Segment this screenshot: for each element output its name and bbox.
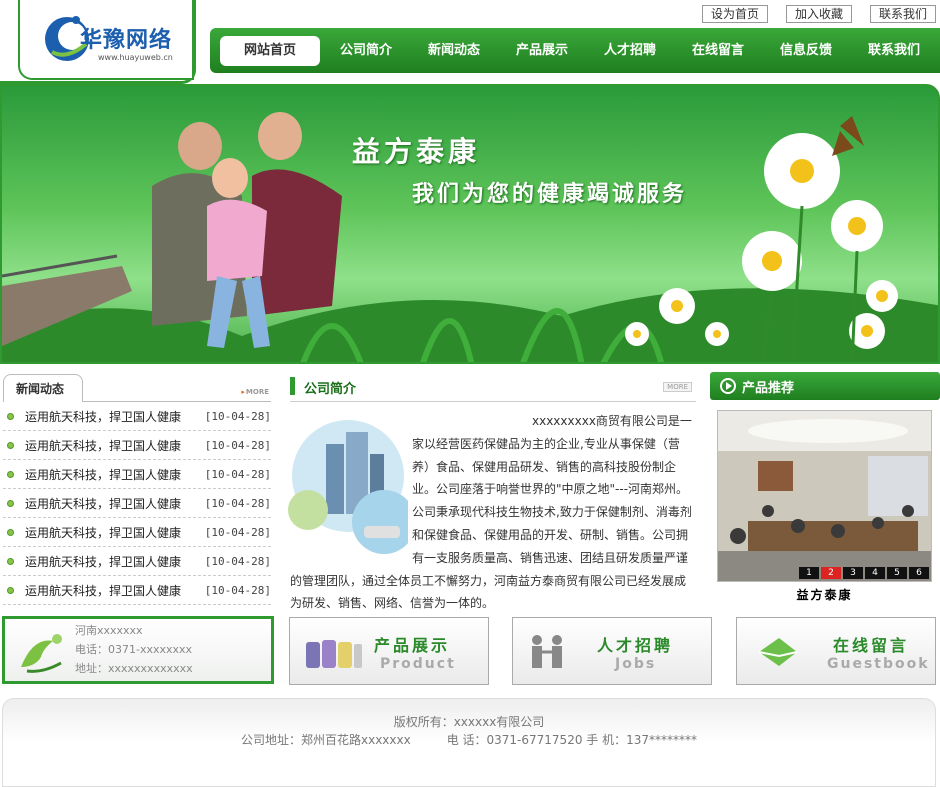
news-panel: 新闻动态 MORE 运用航天科技，捍卫国人健康[10-04-28] 运用航天科技… bbox=[3, 374, 271, 605]
jobs-feature-button[interactable]: 人才招聘 Jobs bbox=[512, 617, 712, 685]
news-item[interactable]: 运用航天科技，捍卫国人健康 [10-04-28] bbox=[3, 431, 271, 460]
contact-box: 河南xxxxxxx 电话：0371-xxxxxxxx 地址：xxxxxxxxxx… bbox=[2, 616, 274, 684]
news-item[interactable]: 运用航天科技，捍卫国人健康 [10-04-28] bbox=[3, 489, 271, 518]
nav-feedback[interactable]: 信息反馈 bbox=[762, 36, 850, 66]
footer-contact-line: 公司地址：郑州百花路xxxxxxx 电 话：0371-67717520 手 机：1… bbox=[3, 731, 935, 749]
contact-us-link[interactable]: 联系我们 bbox=[869, 5, 936, 23]
nav-products[interactable]: 产品展示 bbox=[498, 36, 586, 66]
recommend-title: 产品推荐 bbox=[742, 381, 795, 396]
news-item-title[interactable]: 运用航天科技，捍卫国人健康 bbox=[25, 553, 205, 570]
product-feature-subtitle: Product bbox=[380, 656, 456, 672]
banner-illustration bbox=[2, 112, 938, 362]
footer: 版权所有：xxxxxx有限公司 公司地址：郑州百花路xxxxxxx 电 话：037… bbox=[2, 698, 936, 787]
guestbook-feature-button[interactable]: 在线留言 Guestbook bbox=[736, 617, 936, 685]
nav-contact[interactable]: 联系我们 bbox=[850, 36, 938, 66]
news-item-title[interactable]: 运用航天科技，捍卫国人健康 bbox=[25, 437, 205, 454]
footer-address: 公司地址：郑州百花路xxxxxxx bbox=[240, 733, 411, 747]
news-item-date: [10-04-28] bbox=[204, 583, 271, 597]
guestbook-feature-title: 在线留言 bbox=[833, 636, 910, 655]
news-item[interactable]: 运用航天科技，捍卫国人健康 [10-04-28] bbox=[3, 547, 271, 576]
about-panel: 公司简介 MORE xxxxxxxxx商贸有限公司是一家以经营医药保健品为主的企… bbox=[288, 374, 696, 615]
bullet-icon bbox=[7, 499, 14, 507]
guestbook-feature-subtitle: Guestbook bbox=[827, 656, 930, 672]
pager-5[interactable]: 5 bbox=[887, 567, 907, 579]
pager-3[interactable]: 3 bbox=[843, 567, 863, 579]
jobs-feature-subtitle: Jobs bbox=[615, 656, 657, 672]
recommend-header: 产品推荐 bbox=[710, 372, 940, 400]
news-tab[interactable]: 新闻动态 bbox=[3, 374, 83, 402]
hero-banner: 益方泰康 我们为您的健康竭诚服务 bbox=[0, 84, 940, 364]
bullet-icon bbox=[7, 412, 14, 420]
nav-about[interactable]: 公司简介 bbox=[322, 36, 410, 66]
bullet-icon bbox=[7, 557, 14, 565]
footer-phone: 电 话：0371-67717520 手 机：137******** bbox=[446, 733, 697, 747]
news-item-title[interactable]: 运用航天科技，捍卫国人健康 bbox=[25, 466, 205, 483]
bullet-icon bbox=[7, 528, 14, 536]
news-item-title[interactable]: 运用航天科技，捍卫国人健康 bbox=[25, 524, 205, 541]
pager-6[interactable]: 6 bbox=[909, 567, 929, 579]
news-list: 运用航天科技，捍卫国人健康 [10-04-28] 运用航天科技，捍卫国人健康 [10… bbox=[3, 402, 271, 605]
pager-1[interactable]: 1 bbox=[799, 567, 819, 579]
contact-phone: 电话：0371-xxxxxxxx bbox=[75, 643, 193, 656]
people-icon bbox=[532, 635, 562, 668]
news-more-link[interactable]: MORE bbox=[241, 388, 269, 396]
pager-4[interactable]: 4 bbox=[865, 567, 885, 579]
product-feature-button[interactable]: 产品展示 Product bbox=[289, 617, 489, 685]
classroom-photo bbox=[718, 411, 931, 581]
logo-url: www.huayuweb.cn bbox=[98, 53, 173, 62]
main-nav: 网站首页 公司简介 新闻动态 产品展示 人才招聘 在线留言 信息反馈 联系我们 bbox=[210, 28, 940, 73]
nav-home[interactable]: 网站首页 bbox=[220, 35, 320, 66]
about-header: 公司简介 MORE bbox=[290, 374, 696, 402]
banner-title: 益方泰康 bbox=[352, 135, 481, 168]
news-item[interactable]: 运用航天科技，捍卫国人健康 [10-04-28] bbox=[3, 518, 271, 547]
news-item-title[interactable]: 运用航天科技，捍卫国人健康 bbox=[25, 582, 205, 599]
logo[interactable]: 华豫网络 www.huayuweb.cn bbox=[18, 0, 194, 80]
pager-2[interactable]: 2 bbox=[821, 567, 841, 579]
logo-text: 华豫网络 bbox=[80, 28, 173, 53]
play-icon bbox=[720, 378, 736, 394]
about-body: xxxxxxxxx商贸有限公司是一家以经营医药保健品为主的企业,专业从事保健（营… bbox=[288, 410, 696, 615]
bullet-icon bbox=[7, 586, 14, 594]
top-links: 设为首页 加入收藏 联系我们 bbox=[701, 5, 936, 23]
contact-info: 河南xxxxxxx 电话：0371-xxxxxxxx 地址：xxxxxxxxxx… bbox=[75, 621, 193, 678]
news-item-date: [10-04-28] bbox=[204, 467, 271, 481]
contact-region: 河南xxxxxxx bbox=[75, 624, 143, 637]
news-item-date: [10-04-28] bbox=[204, 554, 271, 568]
footer-copyright: 版权所有：xxxxxx有限公司 bbox=[393, 715, 545, 729]
news-item-title[interactable]: 运用航天科技，捍卫国人健康 bbox=[25, 408, 205, 425]
news-header: 新闻动态 MORE bbox=[3, 374, 271, 402]
news-item-title[interactable]: 运用航天科技，捍卫国人健康 bbox=[25, 495, 205, 512]
news-item-date: [10-04-28] bbox=[204, 438, 271, 452]
phone-icon bbox=[21, 634, 62, 673]
section-bar bbox=[290, 377, 295, 395]
banner-subtitle: 我们为您的健康竭诚服务 bbox=[412, 182, 688, 207]
recommend-caption: 益方泰康 bbox=[796, 588, 853, 602]
nav-jobs[interactable]: 人才招聘 bbox=[586, 36, 674, 66]
envelope-icon bbox=[758, 638, 798, 666]
contact-address: 地址：xxxxxxxxxxxxx bbox=[75, 662, 193, 675]
bullet-icon bbox=[7, 470, 14, 478]
nav-news[interactable]: 新闻动态 bbox=[410, 36, 498, 66]
slideshow-pager: 1 2 3 4 5 6 bbox=[799, 567, 929, 579]
nav-guestbook[interactable]: 在线留言 bbox=[674, 36, 762, 66]
news-item[interactable]: 运用航天科技，捍卫国人健康 [10-04-28] bbox=[3, 576, 271, 605]
city-globe-image bbox=[288, 420, 408, 554]
product-bottles-icon bbox=[306, 640, 362, 668]
product-feature-title: 产品展示 bbox=[374, 636, 451, 655]
about-title: 公司简介 bbox=[304, 382, 357, 397]
add-favorite-link[interactable]: 加入收藏 bbox=[785, 5, 852, 23]
news-item[interactable]: 运用航天科技，捍卫国人健康 [10-04-28] bbox=[3, 460, 271, 489]
news-item-date: [10-04-28] bbox=[204, 525, 271, 539]
news-item-date: [10-04-28] bbox=[204, 409, 271, 423]
jobs-feature-title: 人才招聘 bbox=[597, 636, 674, 655]
about-more-button[interactable]: MORE bbox=[663, 382, 692, 392]
news-item-date: [10-04-28] bbox=[204, 496, 271, 510]
bullet-icon bbox=[7, 441, 14, 449]
set-homepage-link[interactable]: 设为首页 bbox=[701, 5, 768, 23]
news-item[interactable]: 运用航天科技，捍卫国人健康 [10-04-28] bbox=[3, 402, 271, 431]
recommend-slideshow[interactable]: 1 2 3 4 5 6 bbox=[717, 410, 932, 582]
